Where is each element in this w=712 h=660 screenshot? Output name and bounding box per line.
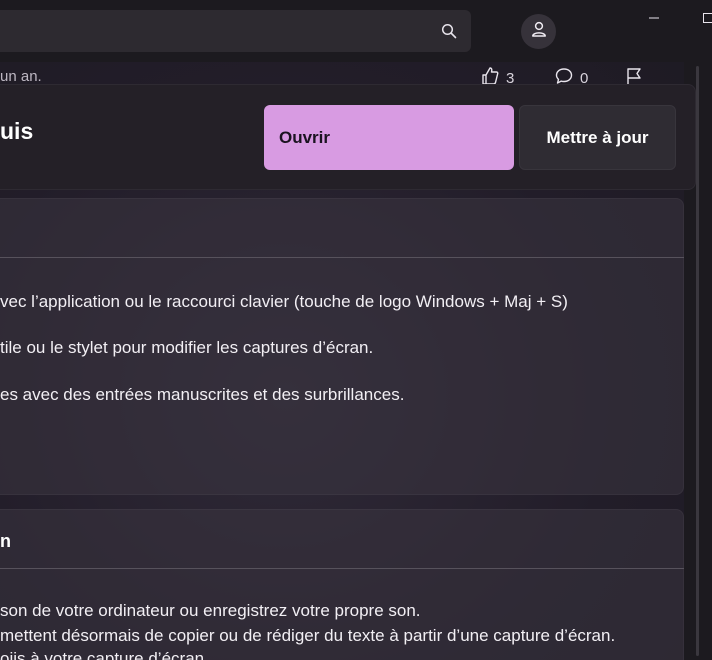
search-input[interactable] [0,10,471,52]
section-divider [0,568,684,569]
person-icon [530,20,548,43]
review-time: un an. [0,68,42,84]
minimize-icon [648,11,660,29]
review-meta-strip: un an. 3 0 [0,62,686,84]
comment-count: 0 [580,69,589,85]
description-card: vec l’application ou le raccourci clavie… [0,198,684,495]
like-count: 3 [506,69,515,85]
open-button[interactable]: Ouvrir [264,105,514,170]
description-line: es avec des entrées manuscrites et des s… [0,385,405,404]
comment-icon [554,66,574,84]
update-button[interactable]: Mettre à jour [519,105,676,170]
scrollbar-thumb[interactable] [696,66,699,656]
whats-new-line: oiis à votre capture d’écran [0,649,205,660]
maximize-icon [702,11,712,29]
section-divider [0,257,684,258]
whats-new-card: n son de votre ordinateur ou enregistrez… [0,509,684,660]
whats-new-line: son de votre ordinateur ou enregistrez v… [0,601,421,620]
app-title: uis [0,118,34,144]
title-bar [0,0,712,62]
whats-new-line: mettent désormais de copier ou de rédige… [0,626,616,645]
like-button[interactable]: 3 [480,66,514,84]
maximize-button[interactable] [694,6,712,34]
comment-button[interactable]: 0 [554,66,588,84]
search-icon[interactable] [441,23,457,39]
thumbs-up-icon [480,66,500,84]
app-header-card: uis Ouvrir Mettre à jour [0,84,696,190]
account-avatar-button[interactable] [521,14,556,49]
description-line: vec l’application ou le raccourci clavie… [0,292,568,311]
flag-icon [624,66,644,84]
section-heading: n [0,531,11,551]
minimize-button[interactable] [640,6,668,34]
report-button[interactable] [624,66,644,84]
description-line: tile ou le stylet pour modifier les capt… [0,338,374,357]
